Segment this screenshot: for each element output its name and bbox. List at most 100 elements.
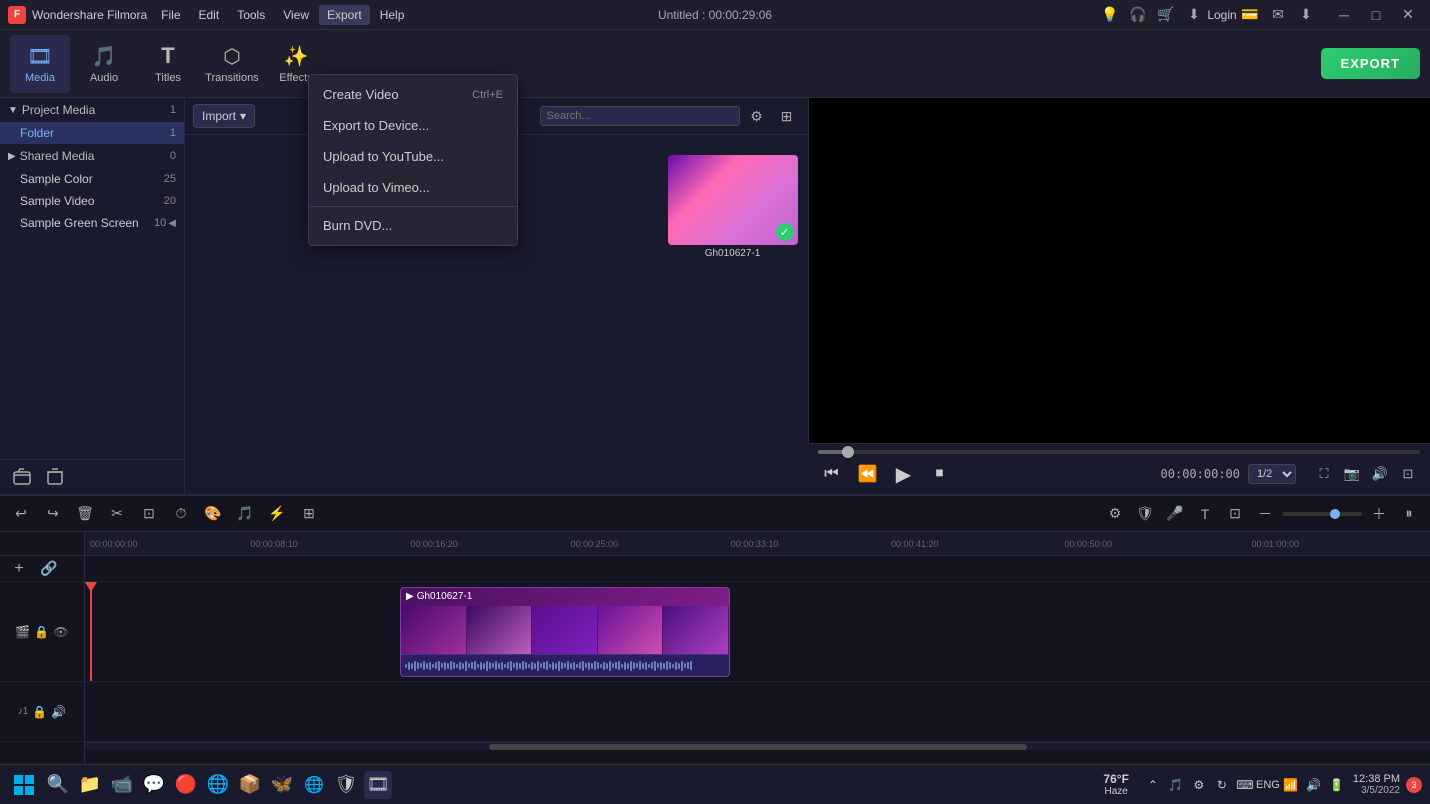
timeline-scrollbar[interactable] (85, 742, 1430, 750)
sidebar-sample-green[interactable]: Sample Green Screen 10 ◀ (0, 212, 184, 234)
audio-tool-button[interactable]: 🎵 (232, 501, 258, 527)
skip-back-button[interactable]: ⏮ (818, 460, 846, 488)
text-icon[interactable]: T (1192, 501, 1218, 527)
new-bin-button[interactable] (41, 465, 69, 489)
clock-widget[interactable]: 12:38 PM 3/5/2022 (1353, 773, 1400, 796)
pip-button[interactable]: ⊡ (1396, 462, 1420, 486)
taskbar-store[interactable]: 📦 (236, 771, 264, 799)
shared-media-header[interactable]: ▶ Shared Media 0 (0, 144, 184, 168)
undo-button[interactable]: ↩ (8, 501, 34, 527)
crop-button[interactable]: ⊡ (136, 501, 162, 527)
lock-icon[interactable]: 🔒 (34, 625, 49, 639)
zoom-in-icon[interactable]: ＋ (1366, 501, 1392, 527)
audio-mute-icon[interactable]: 🔊 (51, 705, 66, 719)
tray-volume[interactable]: 🔊 (1304, 775, 1324, 795)
step-back-button[interactable]: ⏪ (854, 460, 882, 488)
menu-export[interactable]: Export (319, 5, 370, 25)
taskbar-filmora[interactable]: 🎞 (364, 771, 392, 799)
fullscreen-button[interactable]: ⛶ (1312, 462, 1336, 486)
menu-file[interactable]: File (153, 5, 188, 25)
taskbar-edge[interactable]: 🌐 (204, 771, 232, 799)
maximize-button[interactable]: □ (1362, 4, 1390, 26)
sidebar-folder[interactable]: Folder 1 (0, 122, 184, 144)
taskbar-browser[interactable]: 🔴 (172, 771, 200, 799)
media-thumbnail-gh010627[interactable]: ✓ (668, 155, 798, 245)
export-to-device[interactable]: Export to Device... (309, 110, 517, 141)
export-to-youtube[interactable]: Upload to YouTube... (309, 141, 517, 172)
new-folder-button[interactable] (8, 465, 36, 489)
eye-icon[interactable]: 👁 (53, 625, 68, 639)
taskbar-security[interactable]: 🛡 (332, 771, 360, 799)
audio-lock-icon[interactable]: 🔒 (32, 705, 47, 719)
color-button[interactable]: 🎨 (200, 501, 226, 527)
scrollbar-thumb[interactable] (489, 744, 1027, 750)
tool-transitions[interactable]: ⬡ Transitions (202, 35, 262, 93)
download2-icon[interactable]: ⬇ (1184, 5, 1204, 25)
quality-selector[interactable]: 1/2Full1/4 (1248, 464, 1296, 484)
export-burn-dvd[interactable]: Burn DVD... (309, 210, 517, 241)
cart-icon[interactable]: 🛒 (1156, 5, 1176, 25)
snapshot-button[interactable]: 📷 (1340, 462, 1364, 486)
tray-battery[interactable]: 🔋 (1327, 775, 1347, 795)
menu-help[interactable]: Help (372, 5, 413, 25)
transform-button[interactable]: ⊞ (296, 501, 322, 527)
taskbar-app1[interactable]: 🌐 (300, 771, 328, 799)
pip2-icon[interactable]: ⊡ (1222, 501, 1248, 527)
taskbar-files[interactable]: 📁 (76, 771, 104, 799)
stop-button[interactable]: ⏹ (926, 460, 954, 488)
media-search-input[interactable] (540, 106, 740, 126)
mic-icon[interactable]: 🎤 (1162, 501, 1188, 527)
zoom-thumb[interactable] (1330, 509, 1340, 519)
tool-titles[interactable]: T Titles (138, 35, 198, 93)
menu-tools[interactable]: Tools (229, 5, 273, 25)
video-track-icon[interactable]: 🎬 (15, 625, 30, 639)
menu-view[interactable]: View (275, 5, 317, 25)
taskbar-search[interactable]: 🔍 (44, 771, 72, 799)
weather-widget[interactable]: 76°F Haze (1103, 772, 1128, 797)
export-create-video[interactable]: Create Video Ctrl+E (309, 79, 517, 110)
redo-button[interactable]: ↪ (40, 501, 66, 527)
settings-icon[interactable]: ⚙ (1102, 501, 1128, 527)
volume-button[interactable]: 🔊 (1368, 462, 1392, 486)
filter-icon[interactable]: ⚙ (744, 103, 770, 129)
split-button[interactable]: ⚡ (264, 501, 290, 527)
minimize-button[interactable]: ─ (1330, 4, 1358, 26)
tray-eng[interactable]: ENG (1258, 775, 1278, 795)
cut-button[interactable]: ✂ (104, 501, 130, 527)
tool-audio[interactable]: 🎵 Audio (74, 35, 134, 93)
playback-progress-bar[interactable] (818, 450, 1421, 454)
tray-app2[interactable]: ⚙ (1189, 775, 1209, 795)
progress-thumb[interactable] (842, 446, 854, 458)
mail-icon[interactable]: ✉ (1268, 5, 1288, 25)
zoom-slider[interactable] (1282, 512, 1362, 516)
taskbar-camera[interactable]: 📹 (108, 771, 136, 799)
sidebar-sample-color[interactable]: Sample Color 25 (0, 168, 184, 190)
start-button[interactable] (8, 769, 40, 801)
menu-edit[interactable]: Edit (191, 5, 228, 25)
grid-view-icon[interactable]: ⊞ (774, 103, 800, 129)
project-media-header[interactable]: ▼ Project Media 1 (0, 98, 184, 122)
login-label[interactable]: Login (1212, 5, 1232, 25)
download3-icon[interactable]: ⬇ (1296, 5, 1316, 25)
tray-keyboard[interactable]: ⌨ (1235, 775, 1255, 795)
bulb-icon[interactable]: 💡 (1100, 5, 1120, 25)
shield-icon[interactable]: 🛡 (1132, 501, 1158, 527)
close-button[interactable]: ✕ (1394, 4, 1422, 26)
link-button[interactable]: 🔗 (36, 556, 62, 582)
speed-button[interactable]: ⏱ (168, 501, 194, 527)
tray-app1[interactable]: 🎵 (1166, 775, 1186, 795)
export-to-vimeo[interactable]: Upload to Vimeo... (309, 172, 517, 203)
tool-media[interactable]: 🎞 Media (10, 35, 70, 93)
play-button[interactable]: ▶ (890, 460, 918, 488)
export-button[interactable]: EXPORT (1321, 48, 1420, 79)
headset-icon[interactable]: 🎧 (1128, 5, 1148, 25)
import-dropdown[interactable]: Import ▾ (193, 104, 255, 128)
zoom-out-icon[interactable]: － (1252, 501, 1278, 527)
add-track-button[interactable]: + (6, 556, 32, 582)
taskbar-chat[interactable]: 💬 (140, 771, 168, 799)
notification-badge[interactable]: 3 (1406, 777, 1422, 793)
tray-update[interactable]: ↻ (1212, 775, 1232, 795)
taskbar-dropbox[interactable]: 🦋 (268, 771, 296, 799)
card-icon[interactable]: 💳 (1240, 5, 1260, 25)
sidebar-sample-video[interactable]: Sample Video 20 (0, 190, 184, 212)
